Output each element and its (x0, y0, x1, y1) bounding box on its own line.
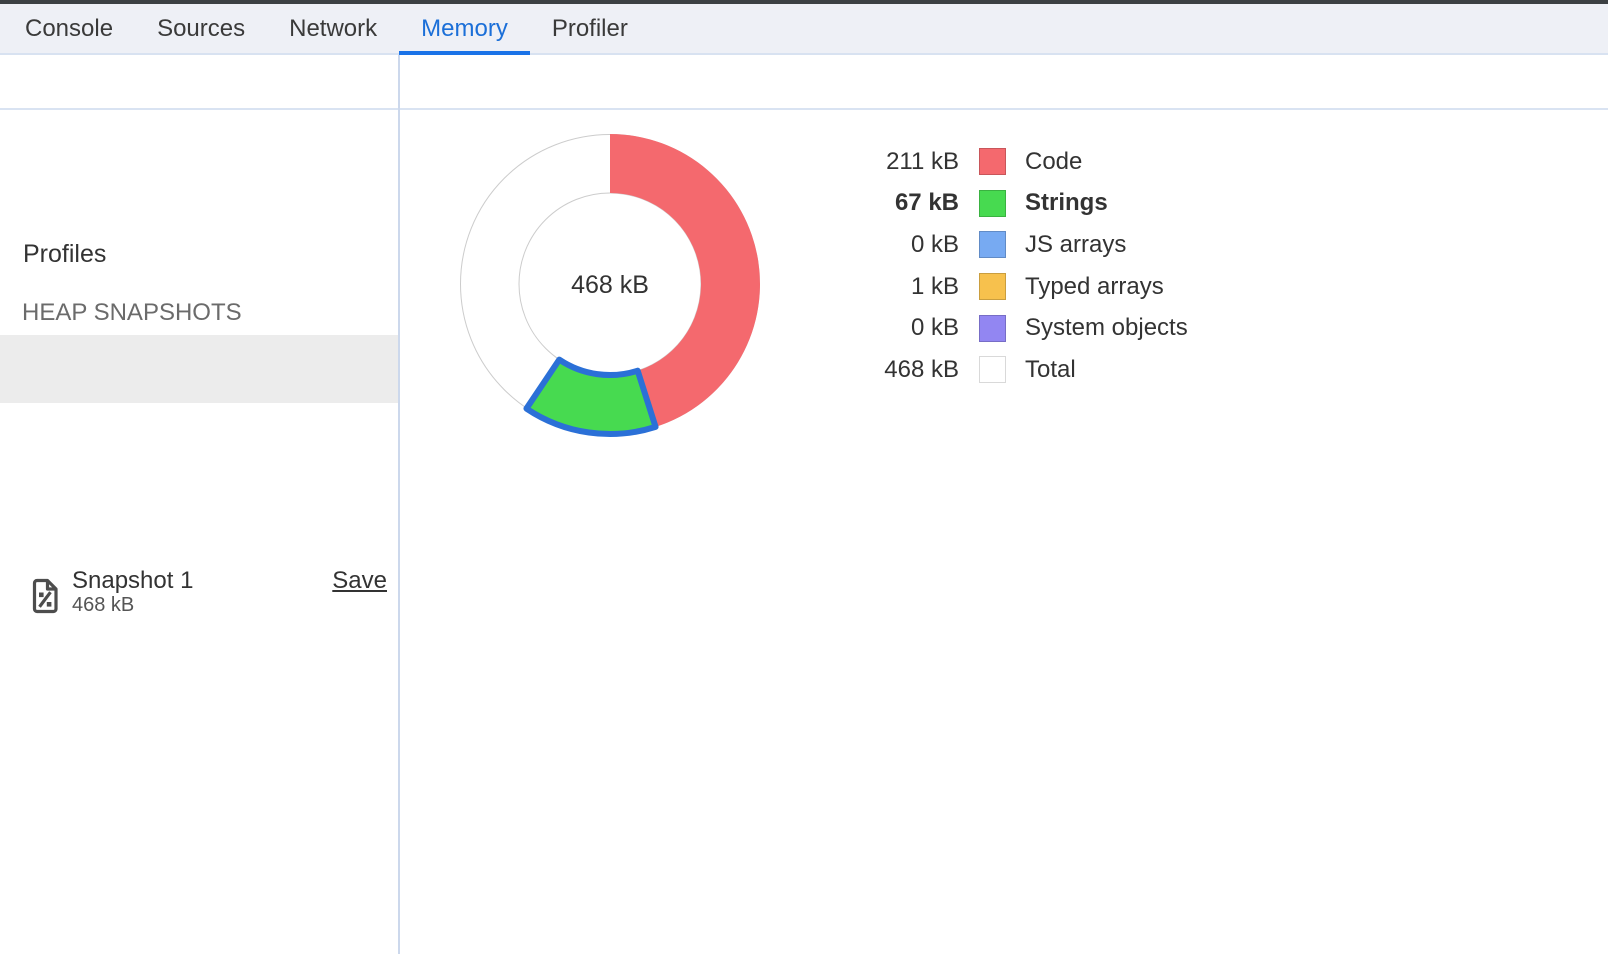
legend-label: Typed arrays (1025, 273, 1164, 301)
donut-slice-strings[interactable] (526, 360, 655, 434)
tab-sources[interactable]: Sources (135, 4, 267, 53)
legend-row-js-arrays[interactable]: 0 kB JS arrays (830, 224, 1188, 266)
devtools-tab-bar: ConsoleSourcesNetworkMemoryProfiler (0, 4, 1608, 55)
snapshot-list-item[interactable]: Snapshot 1 468 kB Save (0, 335, 398, 403)
legend-color-swatch (979, 148, 1006, 175)
legend-label: JS arrays (1025, 231, 1126, 259)
chart-legend: 211 kB Code 67 kB Strings 0 kB JS arrays… (830, 141, 1188, 391)
legend-row-total[interactable]: 468 kB Total (830, 349, 1188, 391)
legend-color-swatch (979, 315, 1006, 342)
legend-value: 1 kB (830, 273, 959, 301)
legend-row-strings[interactable]: 67 kB Strings (830, 183, 1188, 225)
legend-label: Strings (1025, 189, 1108, 217)
save-snapshot-link[interactable]: Save (332, 567, 387, 595)
legend-value: 0 kB (830, 314, 959, 342)
legend-value: 468 kB (830, 356, 959, 384)
legend-value: 67 kB (830, 189, 959, 217)
devtools-memory-panel: ConsoleSourcesNetworkMemoryProfiler Stat… (0, 0, 1608, 954)
heap-snapshot-document-icon (31, 578, 59, 614)
tab-memory[interactable]: Memory (399, 4, 530, 53)
snapshot-name: Snapshot 1 (72, 567, 193, 595)
legend-value: 211 kB (830, 148, 959, 176)
donut-center-label: 468 kB (571, 271, 649, 299)
legend-row-typed-arrays[interactable]: 1 kB Typed arrays (830, 266, 1188, 308)
tab-network[interactable]: Network (267, 4, 399, 53)
legend-value: 0 kB (830, 231, 959, 259)
legend-color-swatch (979, 356, 1006, 383)
snapshot-size: 468 kB (72, 594, 134, 617)
panel-toolbar: Statistics (0, 57, 1608, 110)
heap-snapshots-section-header: HEAP SNAPSHOTS (22, 299, 242, 327)
tab-console[interactable]: Console (3, 4, 135, 53)
memory-donut-chart: 468 kB (450, 124, 770, 444)
legend-color-swatch (979, 273, 1006, 300)
sidebar-title: Profiles (23, 240, 106, 269)
legend-label: Code (1025, 148, 1082, 176)
legend-row-system-objects[interactable]: 0 kB System objects (830, 307, 1188, 349)
legend-row-code[interactable]: 211 kB Code (830, 141, 1188, 183)
legend-label: System objects (1025, 314, 1188, 342)
legend-color-swatch (979, 190, 1006, 217)
legend-label: Total (1025, 356, 1076, 384)
profiles-sidebar: Profiles HEAP SNAPSHOTS Snapshot 1 468 k… (0, 110, 398, 954)
legend-color-swatch (979, 231, 1006, 258)
tab-profiler[interactable]: Profiler (530, 4, 650, 53)
